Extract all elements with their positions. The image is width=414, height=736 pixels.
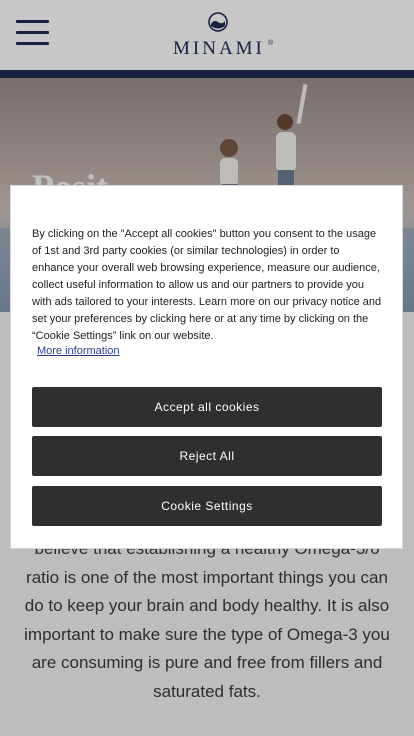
accept-all-cookies-button[interactable]: Accept all cookies <box>32 387 382 427</box>
cookie-settings-button[interactable]: Cookie Settings <box>32 486 382 526</box>
reject-all-button[interactable]: Reject All <box>32 436 382 476</box>
cookie-consent-text: By clicking on the "Accept all cookies" … <box>32 228 382 342</box>
cookie-consent-dialog: By clicking on the "Accept all cookies" … <box>10 185 403 549</box>
more-information-link[interactable]: More information <box>37 345 120 357</box>
